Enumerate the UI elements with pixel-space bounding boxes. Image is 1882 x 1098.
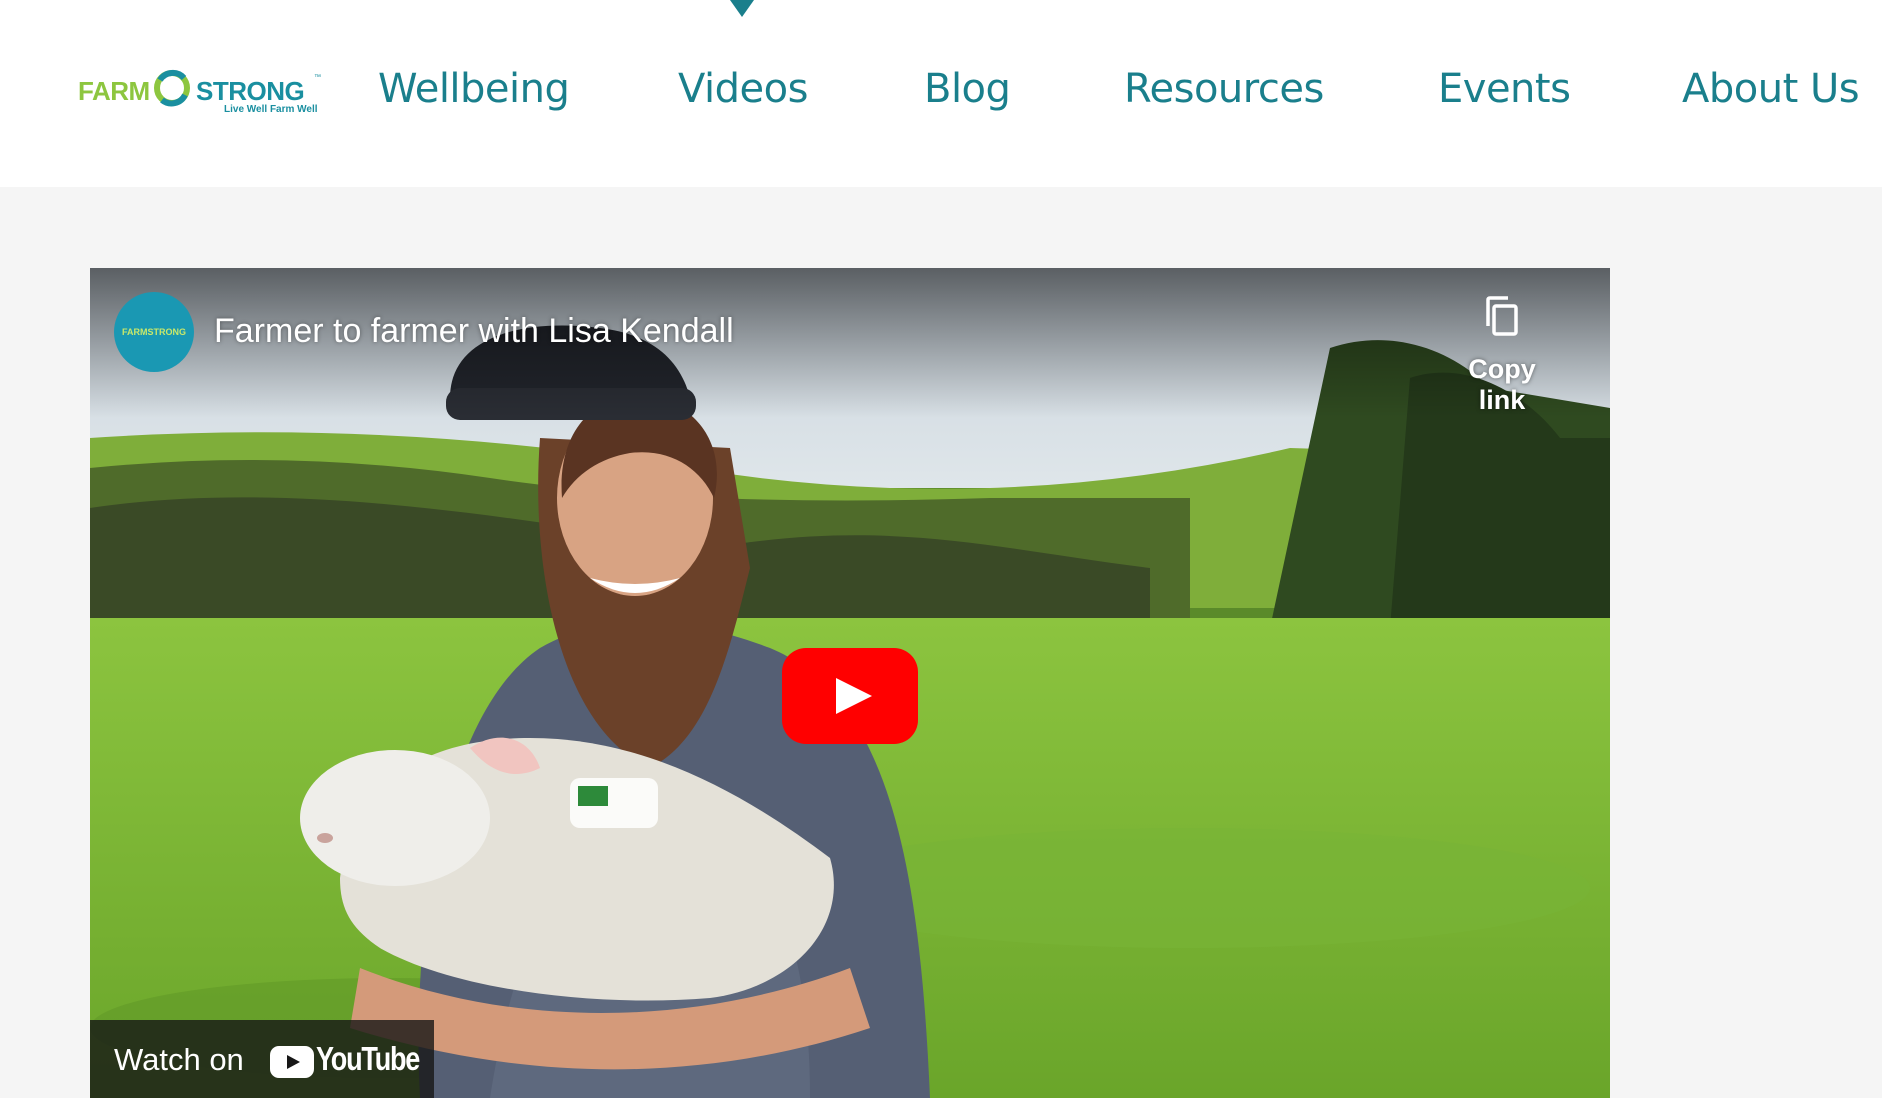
channel-avatar-text: FARMSTRONG — [122, 327, 186, 337]
nav-item-videos[interactable]: Videos — [678, 66, 808, 112]
youtube-video-embed[interactable]: FARMSTRONG Farmer to farmer with Lisa Ke… — [90, 268, 1610, 1098]
logo-tagline: Live Well Farm Well — [224, 104, 318, 115]
watch-on-label: Watch on — [114, 1042, 244, 1077]
channel-avatar[interactable]: FARMSTRONG — [114, 292, 194, 372]
nav-item-events[interactable]: Events — [1438, 66, 1571, 112]
nav-item-wellbeing[interactable]: Wellbeing — [378, 66, 570, 112]
youtube-play-icon[interactable] — [782, 648, 918, 744]
logo-text-strong: STRONG — [196, 76, 305, 106]
site-header: FARM STRONG ™ Live Well Farm Well Wellbe… — [0, 0, 1882, 187]
nav-item-blog[interactable]: Blog — [924, 66, 1011, 112]
copy-icon — [1486, 296, 1518, 336]
active-nav-indicator — [730, 0, 754, 17]
watch-on-youtube-button[interactable]: Watch on YouTube — [90, 1020, 434, 1098]
logo-trademark: ™ — [314, 74, 321, 81]
farmstrong-ring-icon — [154, 69, 190, 107]
nav-item-about-us[interactable]: About Us — [1682, 66, 1860, 112]
video-title[interactable]: Farmer to farmer with Lisa Kendall — [214, 312, 734, 351]
logo-text-farm: FARM — [78, 76, 150, 106]
youtube-logo-icon — [270, 1046, 314, 1078]
copy-link-label: Copy link — [1468, 354, 1536, 415]
youtube-wordmark: YouTube — [316, 1040, 420, 1077]
farmstrong-logo[interactable]: FARM STRONG ™ Live Well Farm Well — [78, 64, 323, 118]
copy-link-button[interactable]: Copy link — [1442, 294, 1562, 415]
nav-item-resources[interactable]: Resources — [1124, 66, 1324, 112]
